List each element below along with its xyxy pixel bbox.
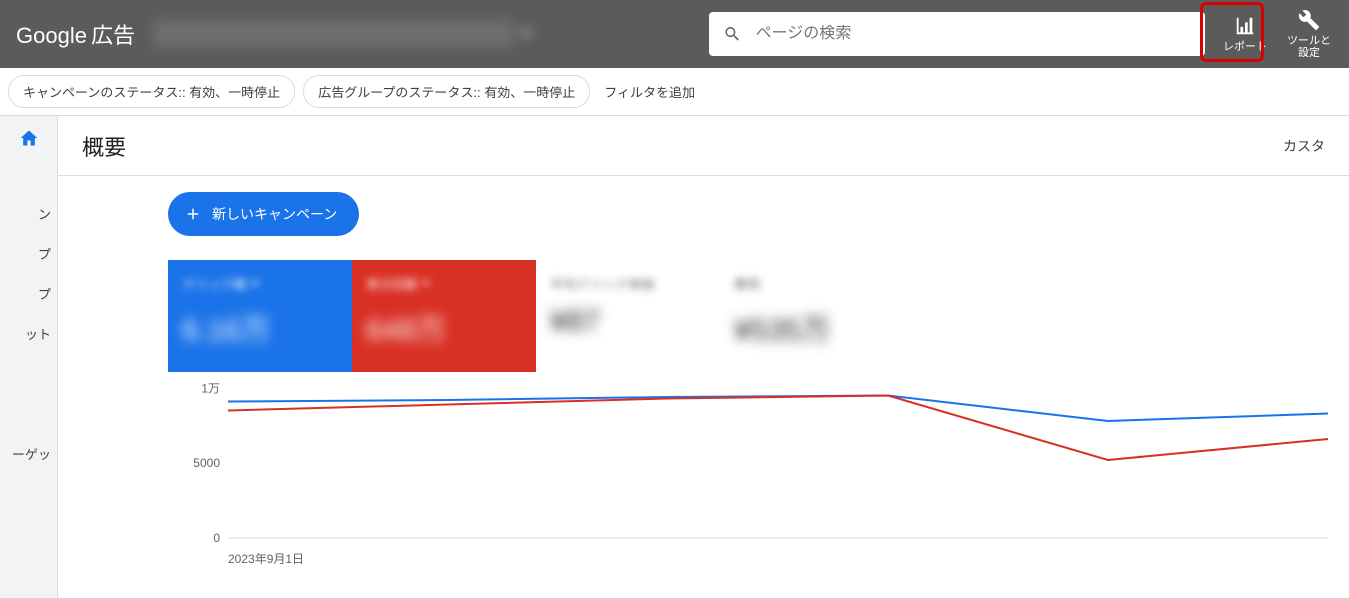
metric-card-impressions[interactable]: 表示回数 648万 bbox=[352, 260, 536, 372]
filter-chip-adgroup-status[interactable]: 広告グループのステータス:: 有効、一時停止 bbox=[303, 75, 590, 108]
customize-button[interactable]: カスタ bbox=[1283, 136, 1325, 156]
main-content: 概要 カスタ 新しいキャンペーン クリック数 6.16万 表示回数 648万 平… bbox=[58, 116, 1349, 598]
new-campaign-button[interactable]: 新しいキャンペーン bbox=[168, 192, 359, 236]
logo: Google 広告 bbox=[16, 18, 135, 50]
chart-svg bbox=[228, 378, 1328, 548]
metric-card-clicks[interactable]: クリック数 6.16万 bbox=[168, 260, 352, 372]
series-clicks bbox=[228, 396, 1328, 422]
rail-item[interactable]: プ bbox=[0, 273, 57, 313]
search-icon bbox=[723, 24, 742, 44]
metric-card-cpc[interactable]: 平均クリック単価 ¥87 bbox=[536, 260, 720, 372]
reports-label: レポート bbox=[1223, 41, 1267, 53]
rail-item[interactable]: ット bbox=[0, 313, 57, 353]
chevron-down-icon bbox=[251, 281, 259, 286]
tools-label: ツールと 設定 bbox=[1287, 35, 1331, 59]
x-tick-label: 2023年9月1日 bbox=[228, 550, 304, 567]
page-title: 概要 bbox=[82, 130, 126, 162]
reports-button[interactable]: レポート bbox=[1213, 4, 1277, 64]
series-impressions bbox=[228, 396, 1328, 461]
rail-item[interactable]: プ bbox=[0, 233, 57, 273]
logo-google: Google bbox=[16, 23, 87, 49]
rail-item[interactable]: ン bbox=[0, 193, 57, 233]
y-tick-label: 5000 bbox=[193, 456, 220, 470]
bar-chart-icon bbox=[1234, 15, 1256, 37]
plus-icon bbox=[184, 205, 202, 223]
home-icon[interactable] bbox=[19, 128, 39, 153]
add-filter-button[interactable]: フィルタを追加 bbox=[604, 82, 695, 101]
page-header: 概要 カスタ bbox=[58, 116, 1349, 176]
account-selector[interactable] bbox=[153, 20, 531, 48]
new-campaign-label: 新しいキャンペーン bbox=[212, 204, 337, 224]
app-header: Google 広告 レポート ツールと 設定 bbox=[0, 0, 1349, 68]
filter-bar: キャンペーンのステータス:: 有効、一時停止 広告グループのステータス:: 有効… bbox=[0, 68, 1349, 116]
search-box[interactable] bbox=[709, 12, 1205, 56]
overview-chart: 1万 5000 0 2023年9月1日 bbox=[168, 378, 1325, 568]
metric-card-cost[interactable]: 費用 ¥535万 bbox=[720, 260, 904, 372]
y-tick-label: 1万 bbox=[201, 380, 220, 397]
wrench-icon bbox=[1298, 9, 1320, 31]
logo-ads: 広告 bbox=[91, 18, 135, 50]
filter-chip-campaign-status[interactable]: キャンペーンのステータス:: 有効、一時停止 bbox=[8, 75, 295, 108]
chevron-down-icon bbox=[521, 31, 531, 37]
search-input[interactable] bbox=[756, 25, 1191, 43]
y-tick-label: 0 bbox=[213, 531, 220, 545]
nav-rail: ン プ プ ット ーゲッ bbox=[0, 116, 58, 598]
chevron-down-icon bbox=[422, 281, 430, 286]
rail-item[interactable]: ーゲッ bbox=[0, 433, 57, 473]
metric-cards: クリック数 6.16万 表示回数 648万 平均クリック単価 ¥87 費用 ¥5… bbox=[168, 260, 1325, 372]
tools-button[interactable]: ツールと 設定 bbox=[1277, 4, 1341, 64]
